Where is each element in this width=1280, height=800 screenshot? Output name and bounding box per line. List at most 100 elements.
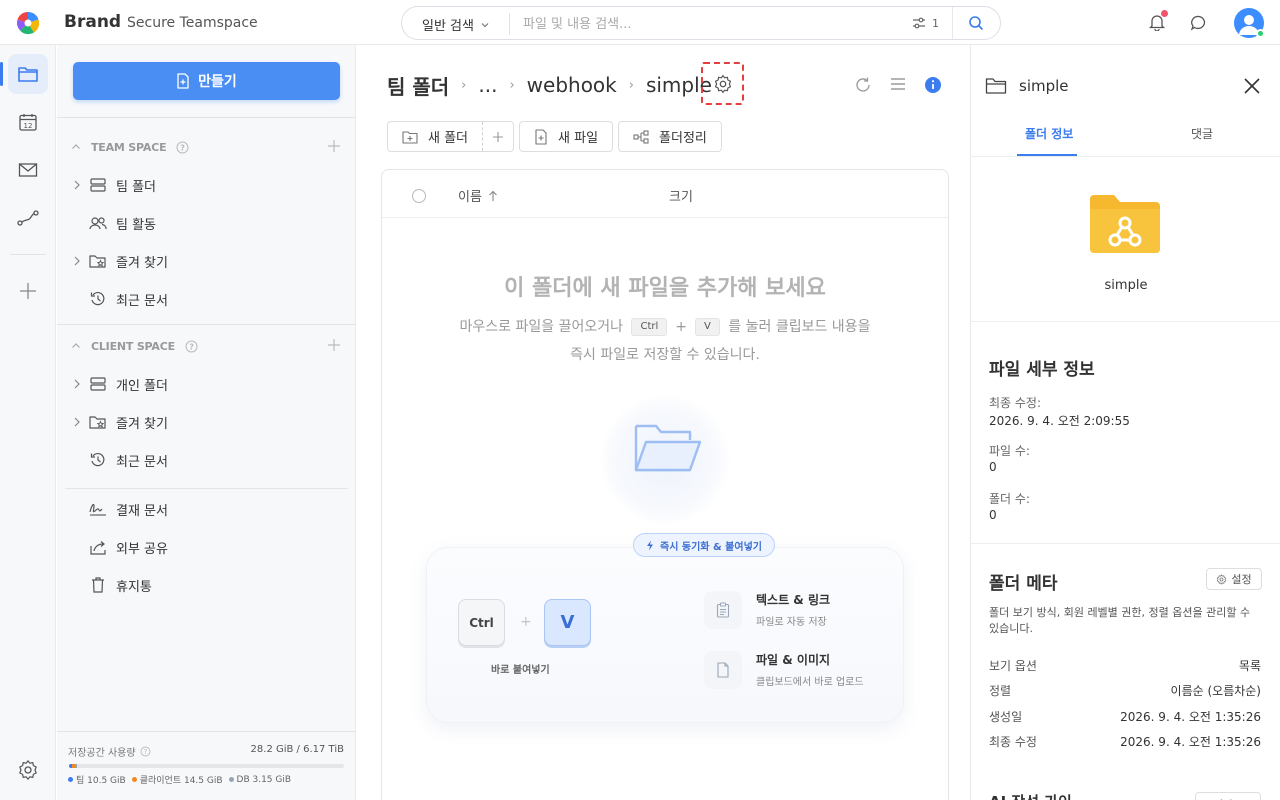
close-icon[interactable] xyxy=(1243,77,1261,95)
storage-segment-db xyxy=(74,764,78,768)
key-v-illustration: V xyxy=(544,599,591,646)
workflow-nav-button[interactable] xyxy=(8,198,48,238)
sidebar-item-team-favorites[interactable]: 즐겨 찾기 xyxy=(71,246,341,276)
tab-comments[interactable]: 댓글 xyxy=(1191,125,1213,142)
modified-label: 최종 수정: xyxy=(989,396,1042,410)
sidebar-item-client-recent[interactable]: 최근 문서 xyxy=(71,445,341,475)
history-icon xyxy=(89,452,107,468)
breadcrumb-root[interactable]: 팀 폴더 xyxy=(387,71,449,100)
folder-settings-button[interactable] xyxy=(701,62,744,105)
clipboard-icon xyxy=(704,591,742,629)
details-title: simple xyxy=(1019,77,1069,95)
breadcrumb-parent[interactable]: webhook xyxy=(527,73,617,97)
help-icon[interactable]: ? xyxy=(176,141,189,154)
chevron-right-icon xyxy=(71,379,83,389)
mail-icon xyxy=(18,162,38,178)
settings-nav-button[interactable] xyxy=(8,750,48,790)
online-status-dot xyxy=(1256,29,1265,38)
sidebar-item-trash[interactable]: 휴지통 xyxy=(71,570,341,600)
storage-label-text: 저장공간 사용량 xyxy=(68,748,136,759)
sync-badge-label: 즉시 동기화 & 붙여넣기 xyxy=(660,541,762,553)
sidebar-item-team-folder[interactable]: 팀 폴더 xyxy=(71,170,341,200)
feature-text-title: 텍스트 & 링크 xyxy=(756,593,831,607)
key-ctrl-illustration: Ctrl xyxy=(458,599,505,646)
tab-folder-info[interactable]: 폴더 정보 xyxy=(1025,125,1073,142)
organize-folder-button[interactable]: 폴더정리 xyxy=(618,121,722,152)
filter-button[interactable]: 1 xyxy=(912,16,939,30)
new-folder-button[interactable]: 새 폴더 xyxy=(388,127,482,146)
breadcrumb: 팀 폴더 › ... › webhook › simple xyxy=(387,71,712,100)
meta-key: 보기 옵션 xyxy=(989,659,1037,673)
chevron-up-icon xyxy=(71,142,81,152)
sidebar-item-external-share[interactable]: 외부 공유 xyxy=(71,532,341,562)
create-button[interactable]: 만들기 xyxy=(73,62,340,100)
select-all-checkbox[interactable] xyxy=(412,189,426,203)
sidebar-item-approval-docs[interactable]: 결재 문서 xyxy=(71,494,341,524)
sidebar-item-team-recent[interactable]: 최근 문서 xyxy=(71,284,341,314)
sidebar-item-label: 즐겨 찾기 xyxy=(116,255,168,271)
add-team-folder-icon[interactable] xyxy=(327,139,341,153)
sidebar-item-team-activity[interactable]: 팀 활동 xyxy=(71,208,341,238)
info-icon[interactable] xyxy=(924,76,942,94)
sidebar-item-label: 최근 문서 xyxy=(116,293,168,309)
column-size-header[interactable]: 크기 xyxy=(669,186,693,205)
add-client-folder-icon[interactable] xyxy=(327,338,341,352)
new-file-button[interactable]: 새 파일 xyxy=(519,121,614,152)
new-folder-group: 새 폴더 xyxy=(387,121,515,152)
help-icon[interactable]: ? xyxy=(185,340,198,353)
route-icon xyxy=(17,210,39,226)
notification-dot xyxy=(1161,10,1168,17)
new-file-label: 새 파일 xyxy=(558,131,599,146)
file-plus-icon xyxy=(176,73,190,89)
sidebar-item-client-favorites[interactable]: 즐겨 찾기 xyxy=(71,407,341,437)
column-name-header[interactable]: 이름 xyxy=(458,186,498,205)
paste-caption: 바로 붙여넣기 xyxy=(491,665,550,676)
rail-divider xyxy=(10,254,46,255)
details-panel: simple 폴더 정보 댓글 simple 파일 세부 정보 최종 수정: 2… xyxy=(970,45,1280,800)
sidebar-divider xyxy=(57,324,356,325)
search-icon[interactable] xyxy=(968,15,984,31)
folder-count-label: 폴더 수: xyxy=(989,492,1030,506)
mail-nav-button[interactable] xyxy=(8,150,48,190)
sidebar-item-label: 외부 공유 xyxy=(116,541,168,557)
sidebar-item-label: 휴지통 xyxy=(116,579,152,595)
open-folder-icon xyxy=(632,420,702,476)
search-type-dropdown[interactable]: 일반 검색 xyxy=(422,15,490,34)
chevron-right-icon xyxy=(71,256,83,266)
client-space-section[interactable]: CLIENT SPACE ? xyxy=(71,336,341,356)
meta-description: 폴더 보기 방식, 회원 레벨별 권한, 정렬 옵션을 관리할 수 있습니다. xyxy=(989,606,1251,635)
meta-settings-button[interactable]: 설정 xyxy=(1206,568,1262,590)
breadcrumb-ellipsis[interactable]: ... xyxy=(478,73,497,97)
calendar-nav-button[interactable]: 12 xyxy=(8,102,48,142)
trash-icon xyxy=(89,577,107,593)
plus-icon xyxy=(492,131,504,143)
gear-icon xyxy=(1216,574,1227,585)
brand-logo[interactable] xyxy=(16,11,40,35)
team-space-section[interactable]: TEAM SPACE ? xyxy=(71,137,341,157)
svg-text:?: ? xyxy=(143,748,147,756)
refresh-icon[interactable] xyxy=(854,76,872,94)
folder-count-value: 0 xyxy=(989,508,997,522)
chevron-up-icon xyxy=(71,341,81,351)
calendar-icon: 12 xyxy=(18,112,38,132)
sidebar-item-personal-folder[interactable]: 개인 폴더 xyxy=(71,369,341,399)
help-icon[interactable]: ? xyxy=(140,746,151,757)
table-header: 이름 크기 xyxy=(382,170,948,218)
chat-icon[interactable] xyxy=(1190,14,1208,32)
brand-subtitle: Secure Teamspace xyxy=(127,15,258,31)
ai-guide-button[interactable]: 가이드 xyxy=(1195,792,1261,800)
chevron-down-icon xyxy=(480,20,490,30)
panel-divider xyxy=(971,543,1280,544)
files-nav-button[interactable] xyxy=(8,54,48,94)
list-view-icon[interactable] xyxy=(890,77,906,91)
empty-desc-pre: 마우스로 파일을 끌어오거나 xyxy=(459,319,624,335)
signature-icon xyxy=(89,502,107,516)
folder-toolbar: 새 폴더 새 파일 폴더정리 xyxy=(387,121,722,152)
top-bar: Brand Secure Teamspace 일반 검색 1 xyxy=(0,0,1280,45)
new-folder-more-button[interactable] xyxy=(483,131,513,143)
storage-progress-bar xyxy=(69,764,344,768)
search-input[interactable] xyxy=(523,13,883,35)
share-icon xyxy=(89,540,107,555)
add-app-button[interactable] xyxy=(8,271,48,311)
chevron-right-icon xyxy=(71,180,83,190)
